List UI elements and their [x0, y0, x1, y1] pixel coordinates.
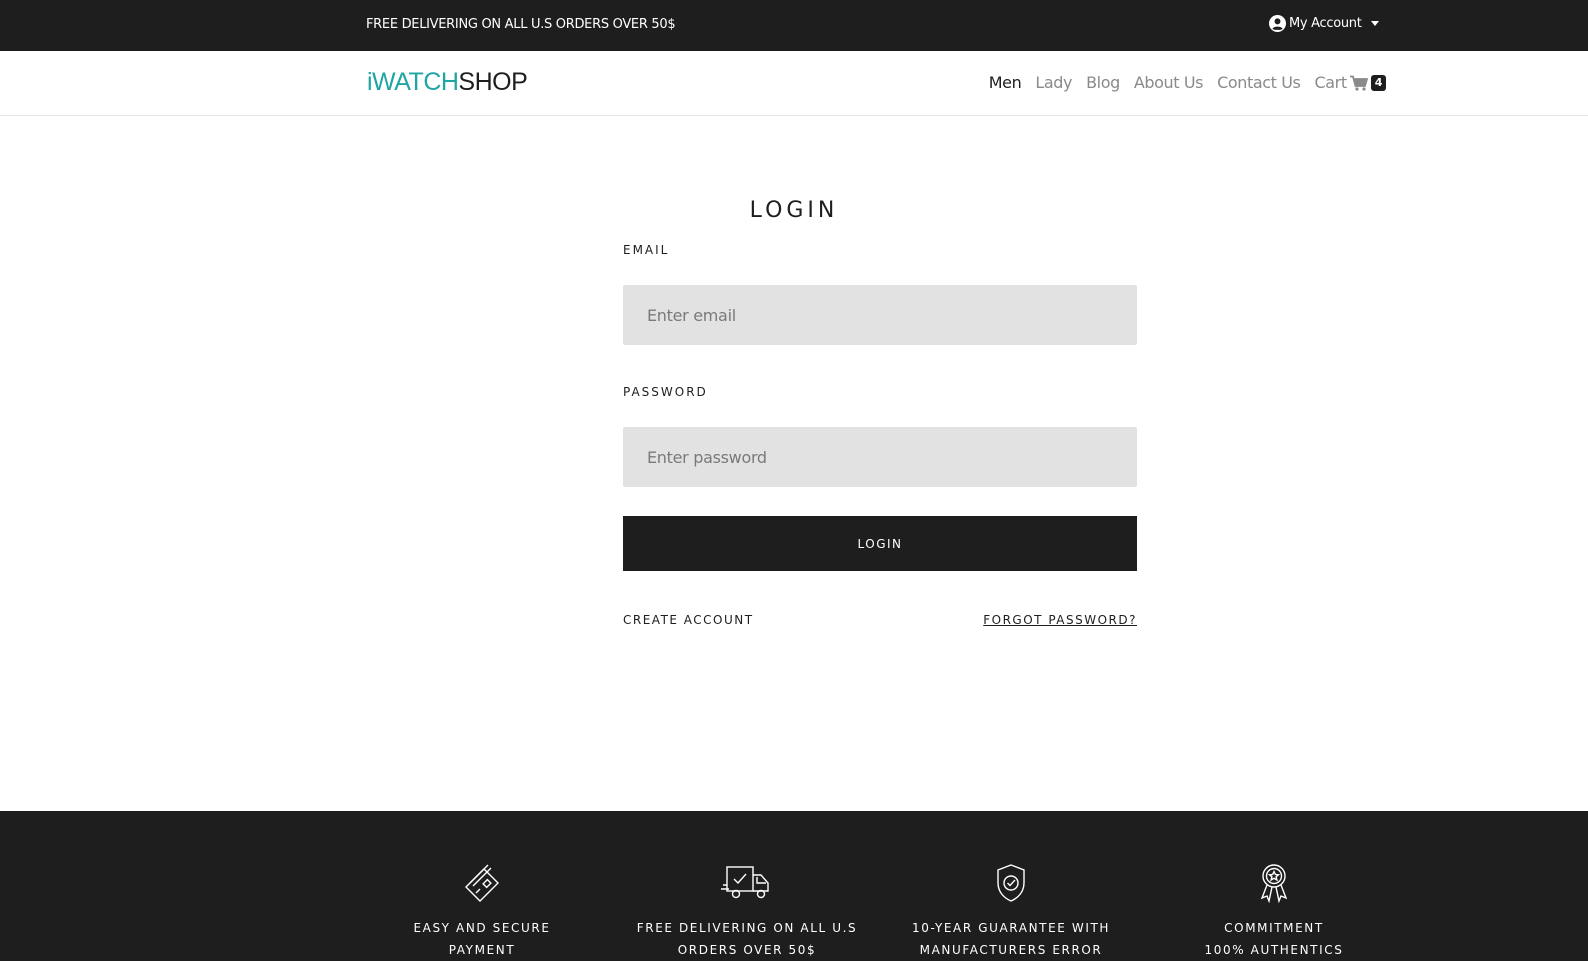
shopping-cart-icon — [1349, 75, 1368, 91]
nav-item-lady[interactable]: Lady — [1035, 73, 1072, 92]
feature-item: COMMITMENT 100% AUTHENTICS — [1154, 811, 1394, 961]
main-navbar: iWATCHSHOP Men Lady Blog About Us Contac… — [0, 51, 1588, 116]
feature-line-1: FREE DELIVERING ON ALL U.S — [636, 921, 858, 935]
feature-line-1: EASY AND SECURE — [413, 921, 551, 935]
logo-part-1: iWATCH — [367, 68, 459, 96]
feature-line-2: ORDERS OVER 50$ — [677, 943, 817, 957]
my-account-label: My Account — [1289, 16, 1362, 31]
create-account-link[interactable]: CREATE ACCOUNT — [623, 613, 754, 627]
award-ribbon-icon — [1260, 864, 1288, 903]
login-heading: LOGIN — [749, 198, 839, 223]
nav-item-cart[interactable]: Cart 4 — [1314, 73, 1386, 92]
delivery-truck-icon — [721, 866, 769, 899]
feature-item: EASY AND SECURE PAYMENT — [362, 811, 602, 961]
feature-item: FREE DELIVERING ON ALL U.S ORDERS OVER 5… — [627, 811, 867, 961]
nav-item-men[interactable]: Men — [989, 73, 1022, 92]
nav-item-blog[interactable]: Blog — [1086, 73, 1120, 92]
site-logo[interactable]: iWATCHSHOP — [367, 68, 528, 97]
logo-part-2: SHOP — [458, 68, 528, 96]
cart-count-badge: 4 — [1370, 74, 1386, 91]
nav-item-contact-us[interactable]: Contact Us — [1217, 73, 1301, 92]
feature-line-1: 10-YEAR GUARANTEE WITH — [911, 921, 1111, 935]
my-account-dropdown[interactable]: My Account — [1269, 15, 1379, 32]
feature-line-2: PAYMENT — [448, 943, 516, 957]
promo-text: FREE DELIVERING ON ALL U.S ORDERS OVER 5… — [366, 17, 676, 32]
nav-item-about-us[interactable]: About Us — [1134, 73, 1204, 92]
nav-menu: Men Lady Blog About Us Contact Us Cart 4 — [989, 73, 1386, 92]
cart-label: Cart — [1314, 73, 1348, 92]
password-label: PASSWORD — [623, 385, 708, 399]
footer-features: EASY AND SECURE PAYMENT FREE DELIVERING … — [0, 811, 1588, 961]
password-field[interactable] — [623, 427, 1137, 487]
email-field[interactable] — [623, 285, 1137, 345]
credit-card-icon — [465, 864, 499, 902]
feature-line-2: MANUFACTURERS ERROR — [919, 943, 1103, 957]
forgot-password-link[interactable]: FORGOT PASSWORD? — [983, 613, 1137, 627]
chevron-down-icon — [1370, 21, 1379, 26]
feature-line-1: COMMITMENT — [1224, 921, 1324, 935]
login-button[interactable]: LOGIN — [623, 516, 1137, 571]
feature-line-2: 100% AUTHENTICS — [1204, 943, 1344, 957]
top-announcement-bar: FREE DELIVERING ON ALL U.S ORDERS OVER 5… — [0, 0, 1588, 51]
shield-check-icon — [997, 864, 1025, 902]
user-circle-icon — [1269, 15, 1286, 32]
feature-item: 10-YEAR GUARANTEE WITH MANUFACTURERS ERR… — [891, 811, 1131, 961]
email-label: EMAIL — [623, 243, 670, 257]
